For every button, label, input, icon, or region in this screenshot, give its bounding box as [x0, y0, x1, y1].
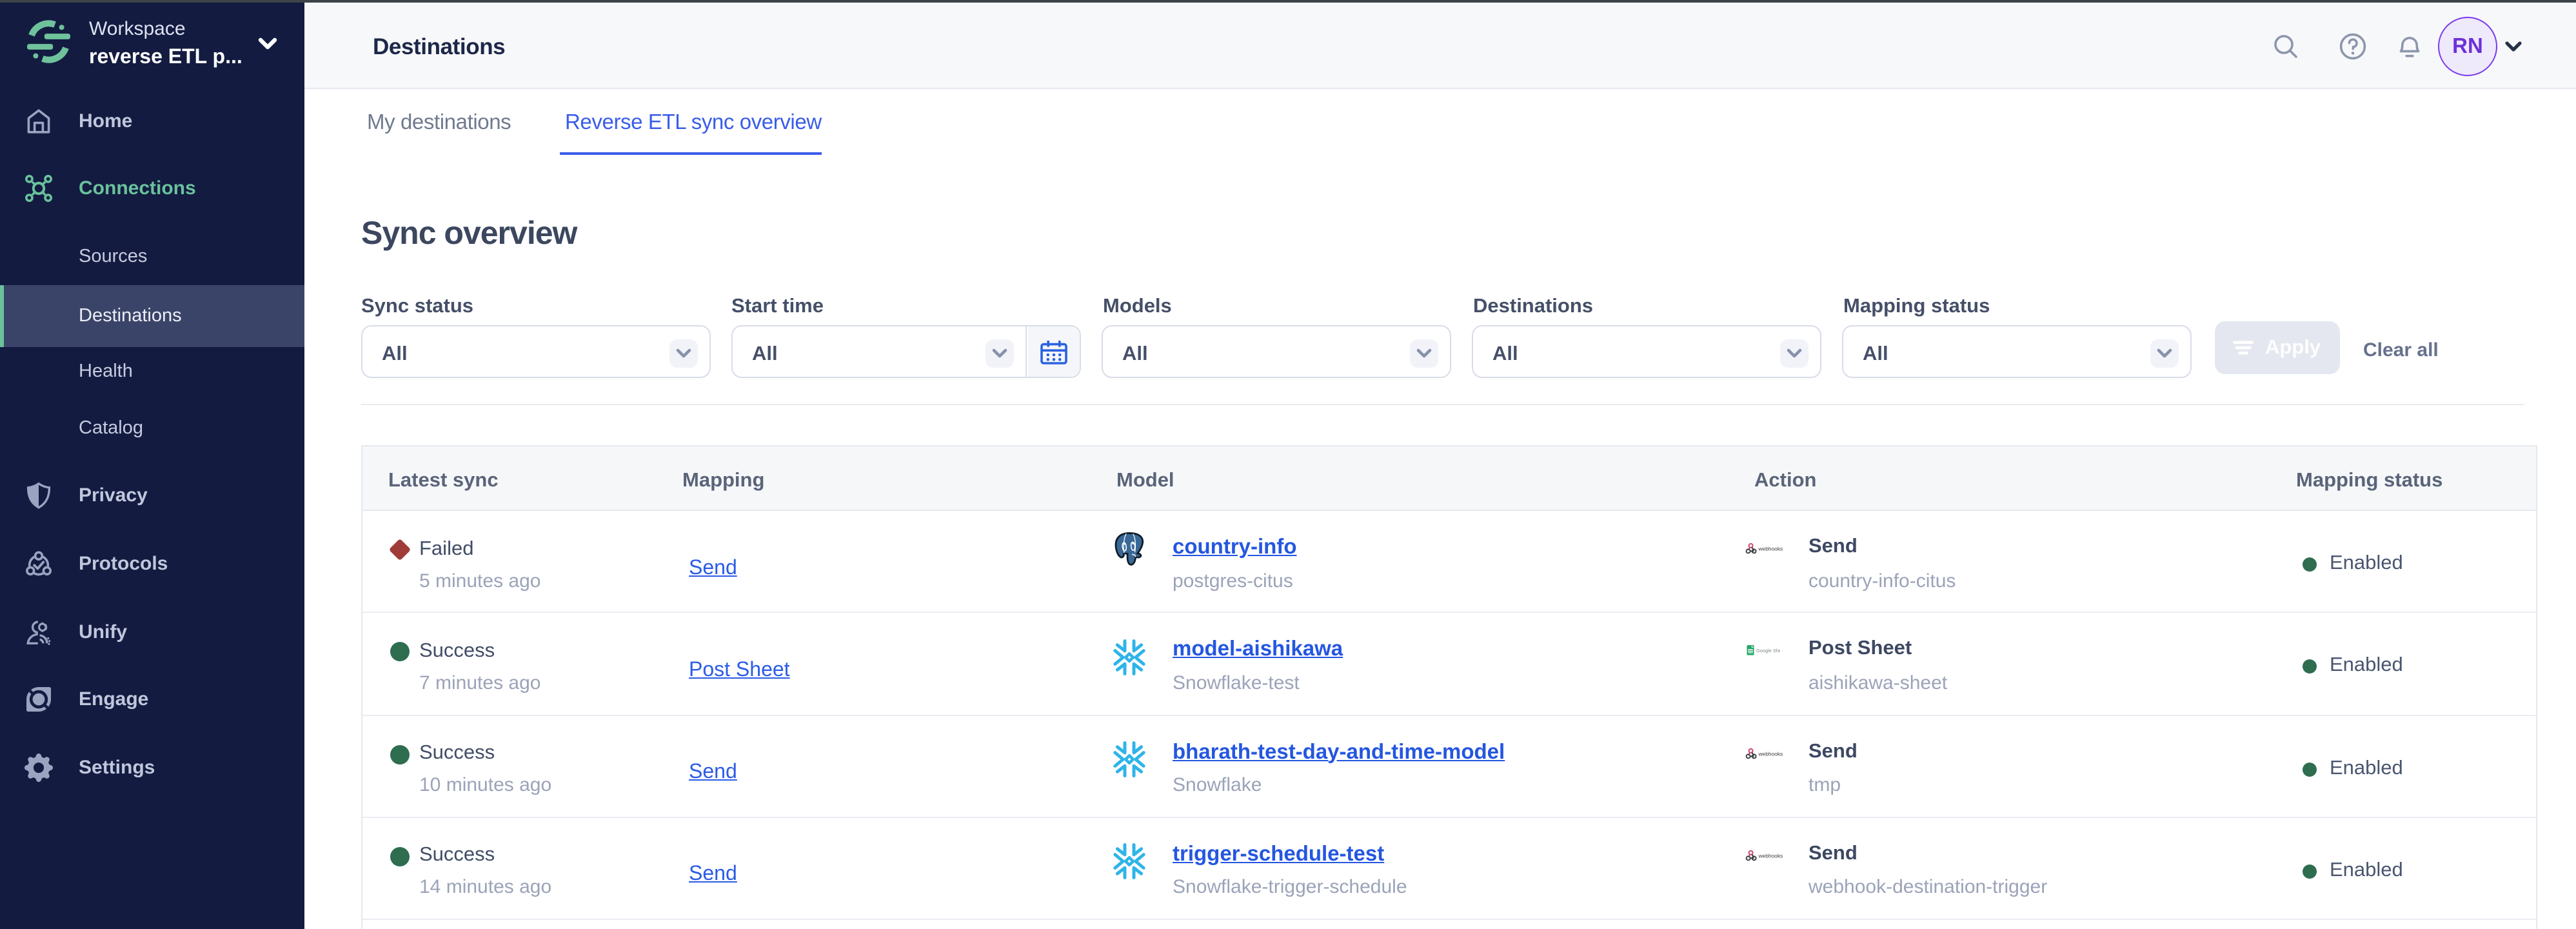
svg-text:webhooks: webhooks: [1758, 852, 1783, 859]
svg-text:Google Sheets: Google Sheets: [1756, 648, 1780, 654]
svg-text:webhooks: webhooks: [1758, 750, 1783, 757]
svg-text:webhooks: webhooks: [1758, 546, 1783, 552]
